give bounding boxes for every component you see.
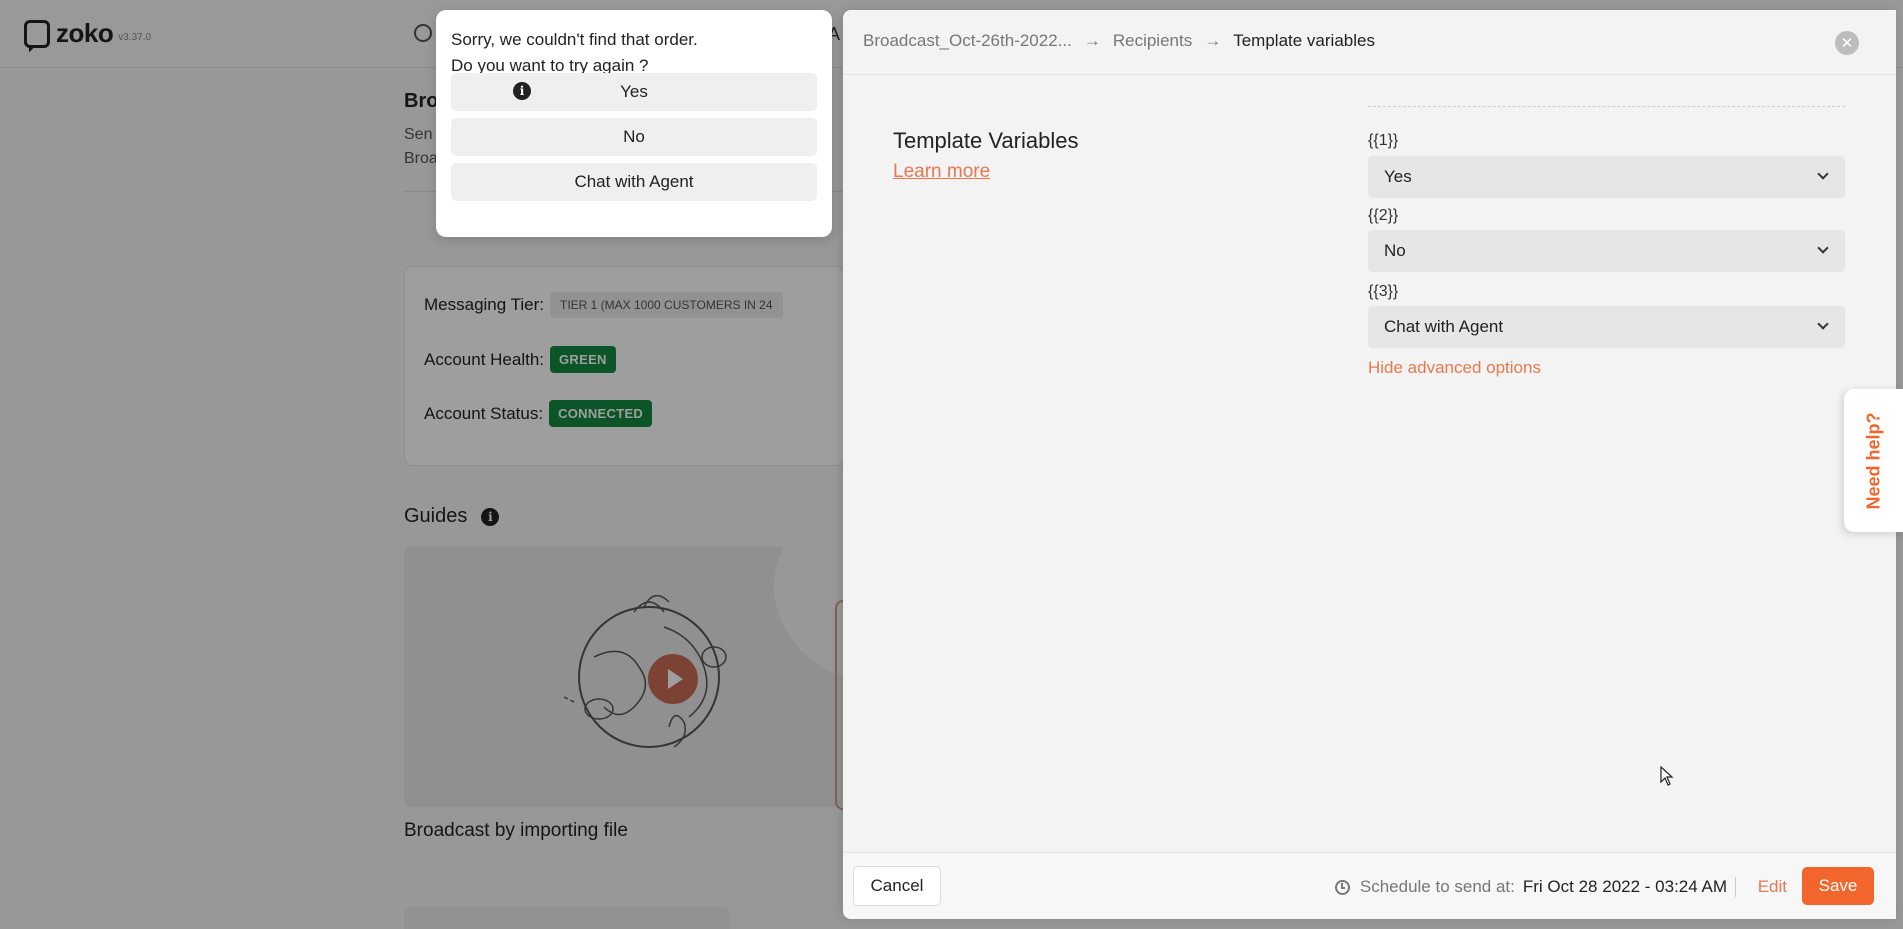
preview-button-no[interactable]: No: [451, 118, 817, 156]
hide-advanced-options-link[interactable]: Hide advanced options: [1368, 358, 1541, 378]
cancel-button[interactable]: Cancel: [853, 866, 941, 906]
schedule-info: Schedule to send at: Fri Oct 28 2022 - 0…: [1334, 877, 1736, 897]
template-variables-panel: Broadcast_Oct-26th-2022... → Recipients …: [843, 10, 1896, 919]
breadcrumb-broadcast[interactable]: Broadcast_Oct-26th-2022...: [863, 31, 1072, 51]
variable-label: {{3}}: [1368, 283, 1399, 300]
chevron-down-icon: [1817, 318, 1829, 330]
dashed-divider: [1368, 106, 1845, 107]
schedule-value: Fri Oct 28 2022 - 03:24 AM: [1523, 877, 1736, 897]
variable-label: {{2}}: [1368, 207, 1399, 224]
preview-message-line: Sorry, we couldn't find that order.: [451, 30, 698, 49]
variable-select-value: Yes: [1384, 167, 1412, 186]
panel-footer: Cancel Schedule to send at: Fri Oct 28 2…: [843, 852, 1896, 919]
variable-select-value: Chat with Agent: [1384, 317, 1504, 336]
close-icon[interactable]: ✕: [1835, 31, 1859, 55]
preview-button-yes[interactable]: i Yes: [451, 73, 817, 111]
variable-3-select[interactable]: Chat with Agent: [1368, 306, 1845, 348]
need-help-tab[interactable]: Need help?: [1844, 389, 1903, 532]
chevron-down-icon: [1817, 242, 1829, 254]
edit-schedule-button[interactable]: Edit: [1758, 877, 1787, 897]
variable-select-value: No: [1384, 241, 1406, 260]
panel-header: Broadcast_Oct-26th-2022... → Recipients …: [843, 10, 1896, 75]
chevron-down-icon: [1817, 168, 1829, 180]
section-title: Template Variables: [893, 128, 1079, 153]
breadcrumb: Broadcast_Oct-26th-2022... → Recipients …: [863, 31, 1375, 51]
schedule-label: Schedule to send at:: [1359, 877, 1515, 896]
message-preview-popup: Sorry, we couldn't find that order. Do y…: [436, 10, 832, 237]
info-icon: i: [513, 82, 531, 100]
breadcrumb-template-variables: Template variables: [1233, 31, 1375, 50]
arrow-right-icon: →: [1204, 31, 1222, 50]
preview-button-label: No: [623, 127, 645, 146]
save-button[interactable]: Save: [1802, 867, 1874, 905]
need-help-label: Need help?: [1863, 411, 1883, 510]
preview-button-chat-with-agent[interactable]: Chat with Agent: [451, 163, 817, 201]
variables-form: {{1}} Yes {{2}} No {{3}} Chat with Agent…: [1368, 106, 1845, 377]
variable-2-select[interactable]: No: [1368, 230, 1845, 272]
preview-message: Sorry, we couldn't find that order. Do y…: [451, 27, 698, 79]
breadcrumb-recipients[interactable]: Recipients: [1113, 31, 1192, 51]
mouse-cursor-icon: [1660, 766, 1674, 786]
clock-icon: [1334, 879, 1350, 895]
preview-button-label: Chat with Agent: [574, 172, 694, 191]
variable-1-select[interactable]: Yes: [1368, 156, 1845, 198]
arrow-right-icon: →: [1083, 31, 1101, 50]
variable-label: {{1}}: [1368, 132, 1399, 149]
preview-button-label: Yes: [620, 82, 648, 101]
learn-more-link[interactable]: Learn more: [893, 161, 990, 183]
